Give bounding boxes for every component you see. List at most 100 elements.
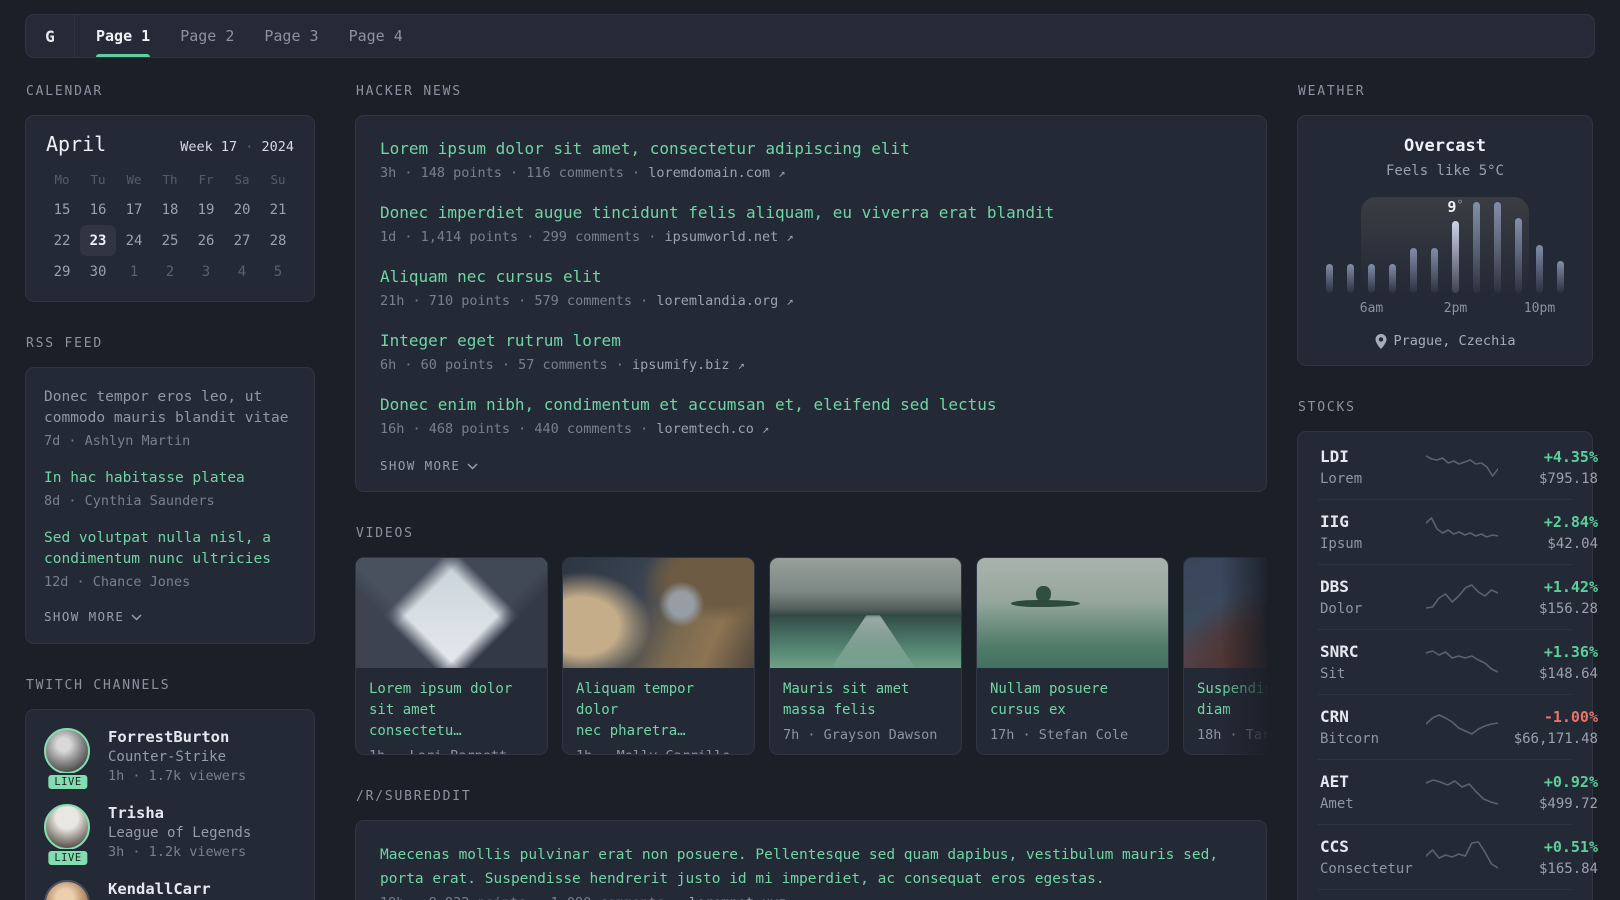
stock-change-percent: +1.42% — [1543, 577, 1598, 596]
subreddit-post-title[interactable]: Maecenas mollis pulvinar erat non posuer… — [380, 843, 1242, 891]
hackernews-item-meta: 6h · 60 points · 57 comments · ipsumify.… — [380, 357, 1242, 373]
stocks-card: LDI Lorem +4.35% $795.18 IIG Ipsum +2.84% $42.0… — [1297, 431, 1598, 900]
video-thumbnail — [977, 558, 1168, 668]
weather-feels-like: Feels like 5°C — [1385, 163, 1504, 179]
calendar-day: 20 — [233, 201, 251, 218]
hackernews-widget: HACKER NEWS Lorem ipsum dolor sit amet, … — [355, 84, 1267, 492]
video-thumbnail — [1184, 558, 1267, 668]
calendar-day: 15 — [53, 201, 71, 218]
hackernews-item-domain-link[interactable]: ipsumify.biz — [632, 357, 738, 373]
hackernews-item-meta: 3h · 148 points · 116 comments · loremdo… — [380, 165, 1242, 181]
video-title[interactable]: Suspendisse diam — [1197, 679, 1267, 721]
video-title[interactable]: Nullam posuere cursus ex — [990, 679, 1155, 721]
video-card[interactable]: Suspendisse diam 18h · Tara — [1183, 557, 1267, 755]
hackernews-item-title[interactable]: Aliquam nec cursus elit — [380, 266, 1242, 288]
subreddit-post-domain-link[interactable]: loremnet.xyz — [689, 895, 795, 900]
stock-name: Sit — [1320, 666, 1346, 682]
twitch-channel-row[interactable]: KendallCarr — [44, 880, 296, 900]
stock-symbol: DBS — [1320, 577, 1349, 596]
hackernews-item: Donec enim nibh, condimentum et accumsan… — [380, 394, 1242, 437]
stock-sparkline — [1426, 645, 1498, 679]
hackernews-item-title[interactable]: Donec enim nibh, condimentum et accumsan… — [380, 394, 1242, 416]
twitch-widget: TWITCH CHANNELS LIVE ForrestBurton Counter… — [25, 678, 315, 900]
rss-item: In hac habitasse platea 8d · Cynthia Saun… — [44, 468, 296, 509]
stock-row[interactable]: AET Amet +0.92% $499.72 — [1318, 759, 1598, 824]
calendar-day: 16 — [89, 201, 107, 218]
calendar-days-grid: 15 16 17 18 19 20 21 22 23 24 25 26 27 28 29 30 1 2 3 4 5 — [44, 194, 296, 287]
weather-bar-slot — [1403, 197, 1424, 293]
weather-temp-bar — [1515, 218, 1522, 293]
hackernews-item-title[interactable]: Donec imperdiet augue tincidunt felis al… — [380, 202, 1242, 224]
hackernews-item-domain-link[interactable]: ipsumworld.net — [664, 229, 786, 245]
stock-identity: CCS Consectetur — [1320, 837, 1426, 877]
stock-row[interactable]: SNRC Sit +1.36% $148.64 — [1318, 629, 1598, 694]
external-link-icon: ↗ — [786, 230, 794, 244]
video-card[interactable]: Mauris sit amet massa felis 7h · Grayson … — [769, 557, 962, 755]
hackernews-item-domain-link[interactable]: loremlandia.org — [656, 293, 786, 309]
hackernews-item-domain-link[interactable]: loremdomain.com — [648, 165, 778, 181]
stock-sparkline — [1426, 775, 1498, 809]
twitch-avatar-wrap — [44, 880, 92, 900]
hackernews-section-title: HACKER NEWS — [356, 84, 462, 99]
stock-row[interactable]: AHS+0.46% — [1318, 889, 1572, 900]
tab-page-1[interactable]: Page 1 — [81, 15, 165, 57]
twitch-channel-viewers: 3h · 1.2k viewers — [108, 844, 247, 860]
hackernews-item-meta-text: 3h · 148 points · 116 comments · — [380, 165, 649, 181]
stock-name: Bitcorn — [1320, 731, 1380, 747]
video-card[interactable]: Nullam posuere cursus ex 17h · Stefan Col… — [976, 557, 1169, 755]
stock-values: +2.84% $42.04 — [1498, 513, 1598, 552]
rss-show-more-button[interactable]: SHOW MORE — [44, 609, 142, 624]
videos-widget: VIDEOS Lorem ipsum dolor sit amet consec… — [355, 526, 1267, 755]
hackernews-item-title[interactable]: Integer eget rutrum lorem — [380, 330, 1242, 352]
stock-identity: IIG Ipsum — [1320, 512, 1426, 552]
weather-temp-bar — [1452, 221, 1459, 293]
video-card[interactable]: Lorem ipsum dolor sit amet consectetu… 1h… — [355, 557, 548, 755]
stock-name: Ipsum — [1320, 536, 1363, 552]
tab-page-3[interactable]: Page 3 — [249, 15, 333, 57]
calendar-day: 21 — [269, 201, 287, 218]
video-title[interactable]: Aliquam tempor dolor nec pharetra… — [576, 679, 741, 742]
rss-item-title[interactable]: Donec tempor eros leo, ut commodo mauris… — [44, 387, 296, 429]
hackernews-show-more-button[interactable]: SHOW MORE — [380, 458, 478, 473]
weather-temp-bar — [1536, 245, 1543, 293]
stock-row[interactable]: LDI Lorem +4.35% $795.18 — [1318, 435, 1598, 499]
video-title[interactable]: Lorem ipsum dolor sit amet consectetu… — [369, 679, 534, 742]
hackernews-item-domain-link[interactable]: loremtech.co — [656, 421, 762, 437]
calendar-card: April Week 17 · 2024 Mo Tu We Th Fr Sa Su 15 16… — [25, 115, 315, 302]
middle-column: HACKER NEWS Lorem ipsum dolor sit amet, … — [355, 84, 1267, 900]
rss-item-title[interactable]: Sed volutpat nulla nisl, a condimentum n… — [44, 528, 296, 570]
twitch-channel-row[interactable]: LIVE ForrestBurton Counter-Strike 1h · 1.7k… — [44, 728, 296, 791]
stock-row[interactable]: DBS Dolor +1.42% $156.28 — [1318, 564, 1598, 629]
rss-item-title[interactable]: In hac habitasse platea — [44, 468, 296, 489]
stock-change-percent: +2.84% — [1543, 512, 1598, 531]
hackernews-item-title[interactable]: Lorem ipsum dolor sit amet, consectetur … — [380, 138, 1242, 160]
calendar-day: 4 — [237, 263, 247, 280]
tab-page-2[interactable]: Page 2 — [165, 15, 249, 57]
weather-peak-value: 9 — [1447, 198, 1457, 216]
rss-item-list: Donec tempor eros leo, ut commodo mauris… — [44, 387, 296, 590]
stock-change-percent: +0.51% — [1543, 837, 1598, 856]
stock-row[interactable]: CRN Bitcorn -1.00% $66,171.48 — [1318, 694, 1598, 759]
rss-section-title: RSS FEED — [26, 336, 104, 351]
weather-bar-slot — [1550, 197, 1571, 293]
video-card[interactable]: Aliquam tempor dolor nec pharetra… 1h · M… — [562, 557, 755, 755]
video-title[interactable]: Mauris sit amet massa felis — [783, 679, 948, 721]
stock-row[interactable]: CCS Consectetur +0.51% $165.84 — [1318, 824, 1598, 889]
stock-row[interactable]: IIG Ipsum +2.84% $42.04 — [1318, 499, 1598, 564]
dashboard-page: G Page 1 Page 2 Page 3 Page 4 CALENDAR Apri… — [0, 14, 1620, 900]
subreddit-post-meta-text: 19h · 9,932 points · 1,090 comments · — [380, 895, 689, 900]
stock-price: $156.28 — [1538, 600, 1598, 617]
calendar-weekday: We — [126, 172, 142, 187]
calendar-weekday: Mo — [54, 172, 70, 187]
twitch-channel-row[interactable]: LIVE Trisha League of Legends 3h · 1.2k vie… — [44, 804, 296, 867]
weather-temp-bar — [1557, 261, 1564, 293]
sparkline-chart — [1426, 779, 1498, 805]
hackernews-item-meta-text: 1d · 1,414 points · 299 comments · — [380, 229, 665, 245]
tab-page-4[interactable]: Page 4 — [334, 15, 418, 57]
twitch-avatar — [44, 804, 90, 850]
video-thumbnail — [356, 558, 547, 668]
weather-temp-bar — [1410, 247, 1417, 293]
app-logo[interactable]: G — [26, 15, 74, 57]
calendar-day: 30 — [89, 263, 107, 280]
stock-values: +4.35% $795.18 — [1498, 448, 1598, 487]
